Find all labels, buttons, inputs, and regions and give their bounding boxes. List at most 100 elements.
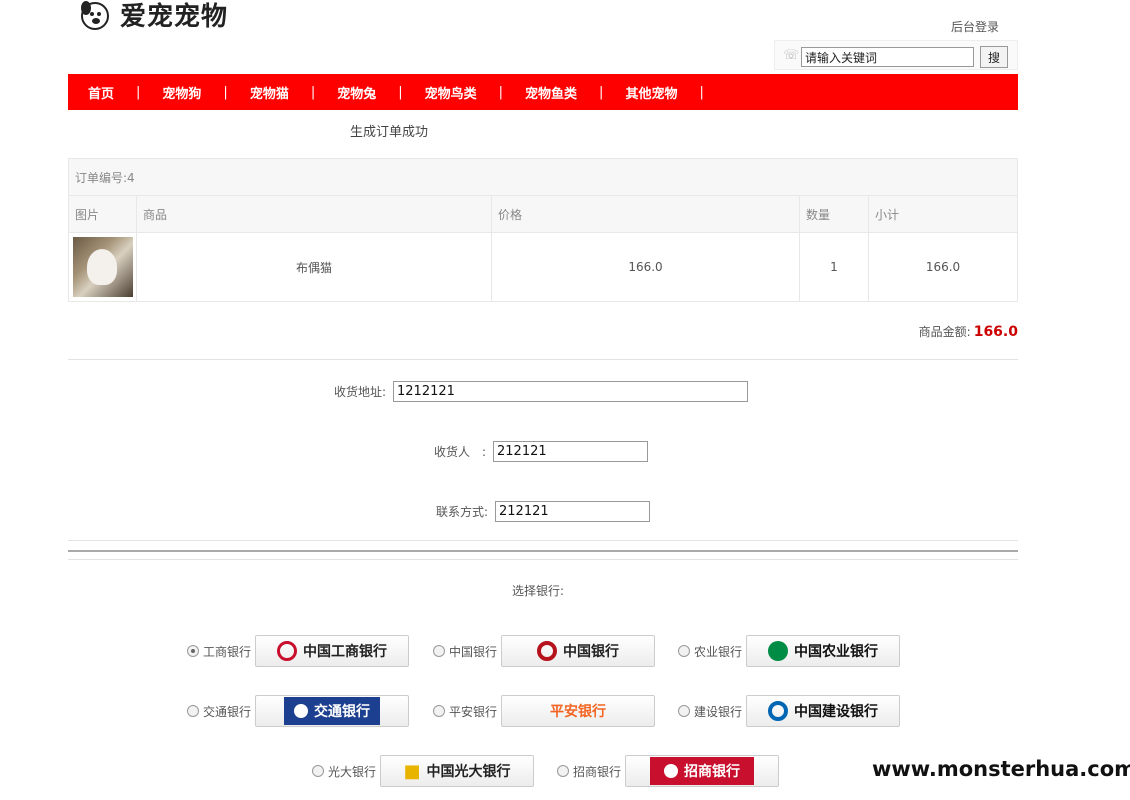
product-image[interactable] <box>72 237 133 297</box>
bank-select-title: 选择银行: <box>512 584 565 598</box>
column-header-subtotal: 小计 <box>868 195 1018 233</box>
bank-label-bocom: 交通银行 <box>203 704 252 719</box>
bank-logo-bocom[interactable]: 交通银行 <box>255 695 409 727</box>
bank-option-abc[interactable]: 农业银行 中国农业银行 <box>678 635 900 667</box>
table-row: 布偶猫 166.0 1 166.0 <box>68 232 1018 302</box>
product-quantity: 1 <box>799 232 869 302</box>
address-input[interactable] <box>393 381 748 402</box>
order-table: 订单编号:4 图片 商品 价格 数量 小计 布偶猫 166.0 1 166.0 <box>68 158 1018 302</box>
brand-name: 爱宠宠物 <box>120 2 229 32</box>
bank-logo-cmb[interactable]: 招商银行 <box>625 755 779 787</box>
bank-logo-ccb[interactable]: 中国建设银行 <box>746 695 900 727</box>
order-number: 订单编号:4 <box>68 158 1018 196</box>
bank-label-ceb: 光大银行 <box>328 764 377 779</box>
bank-radio-icbc[interactable] <box>187 645 199 657</box>
divider <box>68 359 1018 360</box>
contact-input[interactable] <box>495 501 650 522</box>
bank-label-cmb: 招商银行 <box>573 764 622 779</box>
bank-logo-boc[interactable]: 中国银行 <box>501 635 655 667</box>
cmb-logo-icon <box>664 764 678 778</box>
bank-radio-bocom[interactable] <box>187 705 199 717</box>
column-header-price: 价格 <box>491 195 800 233</box>
nav-separator: | <box>699 84 704 100</box>
bank-label-ccb: 建设银行 <box>694 704 743 719</box>
bank-radio-cmb[interactable] <box>557 765 569 777</box>
phone-icon: ☏ <box>783 48 800 63</box>
product-image-cell <box>68 232 137 302</box>
receiver-label: 收货人 : <box>434 445 487 459</box>
bank-label-pingan: 平安银行 <box>449 704 498 719</box>
abc-logo-icon <box>768 641 788 661</box>
bocom-logo-block: 交通银行 <box>284 697 380 725</box>
product-price: 166.0 <box>491 232 800 302</box>
nav-rabbits[interactable]: 宠物兔 <box>337 83 376 102</box>
bank-label-icbc: 工商银行 <box>203 644 252 659</box>
nav-separator: | <box>398 84 403 100</box>
nav-separator: | <box>498 84 504 100</box>
bank-label-boc: 中国银行 <box>449 644 498 659</box>
bank-option-ccb[interactable]: 建设银行 中国建设银行 <box>678 695 900 727</box>
order-success-message: 生成订单成功 <box>350 125 429 140</box>
bank-logo-text-ccb: 中国建设银行 <box>794 704 878 720</box>
bank-logo-text-abc: 中国农业银行 <box>794 644 878 660</box>
bank-option-pingan[interactable]: 平安银行 平安银行 <box>433 695 655 727</box>
search-box: ☏ 搜 <box>774 40 1018 70</box>
search-button[interactable]: 搜 <box>980 46 1008 68</box>
divider <box>68 550 1018 552</box>
order-total-value: 166.0 <box>973 324 1018 340</box>
ceb-logo-icon: ■ <box>403 760 421 782</box>
bank-logo-abc[interactable]: 中国农业银行 <box>746 635 900 667</box>
contact-label: 联系方式: <box>436 505 489 519</box>
nav-dogs[interactable]: 宠物狗 <box>162 83 201 102</box>
bank-radio-ceb[interactable] <box>312 765 324 777</box>
nav-separator: | <box>136 84 141 100</box>
watermark: www.monsterhua.com <box>872 757 1130 781</box>
column-header-image: 图片 <box>68 195 137 233</box>
column-header-quantity: 数量 <box>799 195 869 233</box>
order-total: 商品金额: 166.0 <box>919 323 1018 340</box>
bank-radio-boc[interactable] <box>433 645 445 657</box>
nav-home[interactable]: 首页 <box>88 83 114 102</box>
bank-logo-text-boc: 中国银行 <box>563 644 619 660</box>
order-number-row: 订单编号:4 <box>68 158 1018 196</box>
nav-fish[interactable]: 宠物鱼类 <box>525 83 577 102</box>
bank-option-bocom[interactable]: 交通银行 交通银行 <box>187 695 409 727</box>
admin-login-link[interactable]: 后台登录 <box>951 18 999 35</box>
receiver-input[interactable] <box>493 441 648 462</box>
divider <box>68 540 1018 541</box>
nav-separator: | <box>599 84 604 100</box>
product-name[interactable]: 布偶猫 <box>136 232 492 302</box>
cmb-logo-block: 招商银行 <box>650 757 754 785</box>
main-nav: 首页 | 宠物狗 | 宠物猫 | 宠物兔 | 宠物鸟类 | 宠物鱼类 | 其他宠… <box>68 74 1018 110</box>
bank-radio-ccb[interactable] <box>678 705 690 717</box>
bank-radio-pingan[interactable] <box>433 705 445 717</box>
order-total-label: 商品金额: <box>918 325 971 339</box>
bank-logo-text-cmb: 招商银行 <box>684 764 740 780</box>
address-label: 收货地址: <box>334 385 387 399</box>
divider <box>68 559 1018 560</box>
bank-logo-text-pingan: 平安银行 <box>550 704 606 720</box>
column-header-product: 商品 <box>136 195 492 233</box>
bank-logo-pingan[interactable]: 平安银行 <box>501 695 655 727</box>
bank-radio-abc[interactable] <box>678 645 690 657</box>
bank-logo-text-ceb: 中国光大银行 <box>426 764 511 780</box>
bank-logo-text-icbc: 中国工商银行 <box>303 644 387 660</box>
table-header-row: 图片 商品 价格 数量 小计 <box>68 195 1018 233</box>
search-input[interactable] <box>801 47 974 67</box>
bank-logo-icbc[interactable]: 中国工商银行 <box>255 635 409 667</box>
bank-option-icbc[interactable]: 工商银行 中国工商银行 <box>187 635 409 667</box>
bank-option-cmb[interactable]: 招商银行 招商银行 <box>557 755 779 787</box>
dog-logo-icon <box>81 0 109 30</box>
nav-separator: | <box>310 84 316 100</box>
product-subtotal: 166.0 <box>868 232 1018 302</box>
bank-label-abc: 农业银行 <box>694 644 743 659</box>
nav-cats[interactable]: 宠物猫 <box>250 83 289 102</box>
ccb-logo-icon <box>768 701 788 721</box>
bank-option-ceb[interactable]: 光大银行 ■ 中国光大银行 <box>312 755 534 787</box>
bank-logo-ceb[interactable]: ■ 中国光大银行 <box>380 755 534 787</box>
nav-birds[interactable]: 宠物鸟类 <box>425 83 477 102</box>
bank-option-boc[interactable]: 中国银行 中国银行 <box>433 635 655 667</box>
site-logo[interactable]: 爱宠宠物 <box>78 0 228 33</box>
bocom-logo-icon <box>294 704 308 718</box>
nav-others[interactable]: 其他宠物 <box>625 83 677 102</box>
